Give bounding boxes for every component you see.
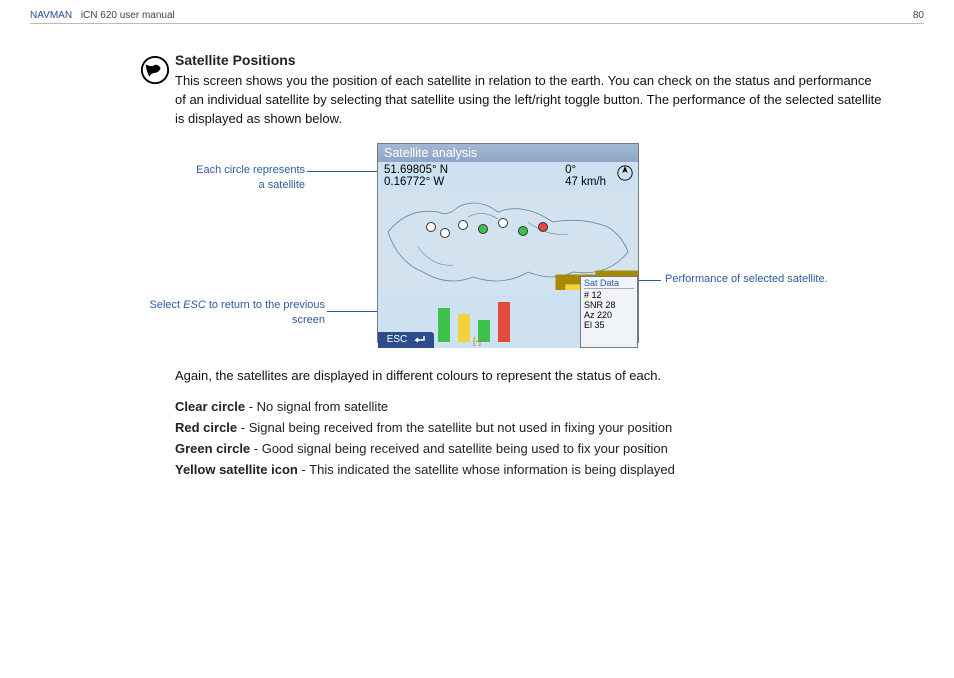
screenshot-area: Each circle represents a satellite Selec… (175, 143, 885, 353)
leader-line (327, 311, 377, 312)
section-title: Satellite Positions (175, 52, 885, 68)
speed: 47 km/h (565, 176, 606, 188)
callout-performance: Performance of selected satellite. (665, 273, 875, 285)
page-header: NAVMAN iCN 620 user manual 80 (30, 10, 924, 24)
legend-green: Green circle - Good signal being receive… (175, 441, 885, 456)
sat-snr: SNR 28 (584, 300, 634, 310)
legend-red: Red circle - Signal being received from … (175, 420, 885, 435)
satellite-dot (478, 224, 488, 234)
satellite-dot (426, 222, 436, 232)
longitude: 0.16772° W (384, 176, 448, 188)
latitude: 51.69805° N (384, 164, 448, 176)
brand: NAVMAN (30, 10, 72, 21)
heading: 0° (565, 164, 606, 176)
device-coords: 51.69805° N 0.16772° W 0° 47 km/h (378, 162, 638, 192)
callout-esc: Select ESC to return to the previous scr… (145, 298, 325, 329)
satellite-dot (458, 220, 468, 230)
intro-paragraph: This screen shows you the position of ea… (175, 72, 885, 129)
device-screenshot: Satellite analysis 51.69805° N 0.16772° … (377, 143, 639, 343)
signal-bar (498, 302, 510, 342)
sat-data-header: Sat Data (584, 278, 634, 289)
return-icon (411, 335, 425, 345)
esc-button[interactable]: ESC (378, 332, 434, 348)
doc-title: iCN 620 user manual (81, 10, 175, 21)
satellite-dot (440, 228, 450, 238)
satellite-dot (518, 226, 528, 236)
legend-yellow: Yellow satellite icon - This indicated t… (175, 462, 885, 477)
sat-id: # 12 (584, 290, 634, 300)
satellite-dot (538, 222, 548, 232)
signal-bar (458, 314, 470, 342)
signal-bars: [-] Sat Data # 12 SNR 28 Az 220 El 35 ES… (378, 290, 638, 348)
sat-data-panel: Sat Data # 12 SNR 28 Az 220 El 35 (580, 276, 638, 348)
sat-el: El 35 (584, 320, 634, 330)
satellite-dot (498, 218, 508, 228)
globe-icon (140, 55, 170, 85)
legend-clear: Clear circle - No signal from satellite (175, 399, 885, 414)
callout-satellite-circles: Each circle represents a satellite (195, 163, 305, 194)
page-number: 80 (913, 10, 924, 21)
selected-bar-marker: [-] (473, 336, 481, 346)
sat-az: Az 220 (584, 310, 634, 320)
signal-bar (438, 308, 450, 342)
compass-icon (616, 164, 634, 182)
device-title: Satellite analysis (378, 144, 638, 162)
after-image-paragraph: Again, the satellites are displayed in d… (175, 367, 885, 386)
